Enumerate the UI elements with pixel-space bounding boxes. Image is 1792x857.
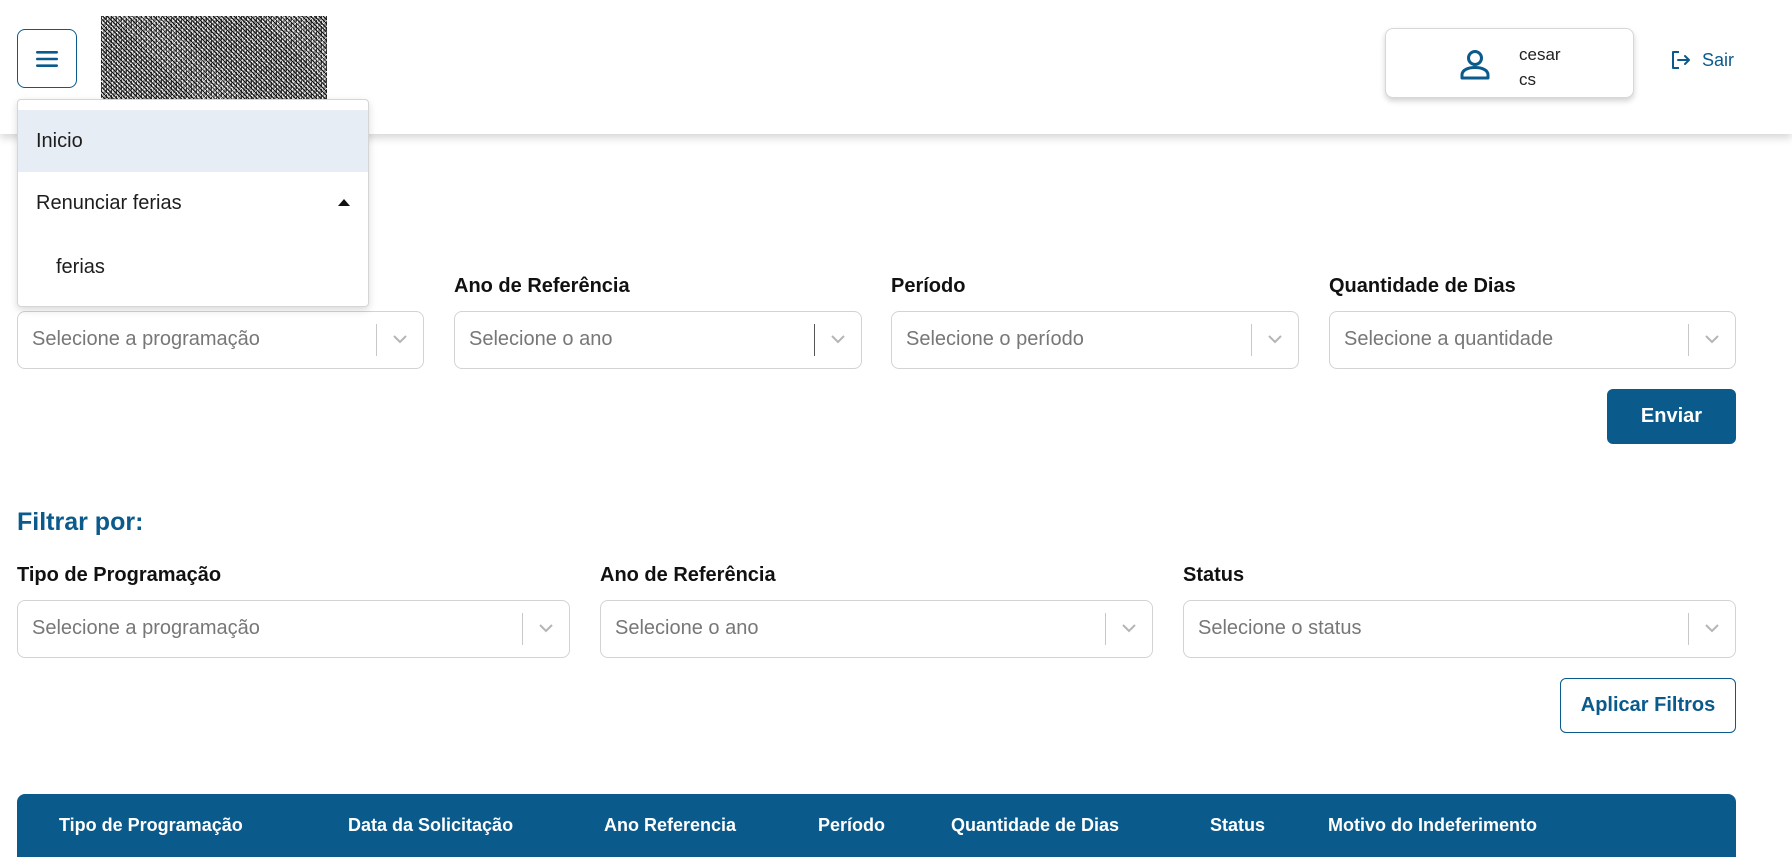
select-placeholder: Selecione o ano	[615, 617, 759, 639]
chevron-down-icon	[393, 335, 407, 344]
select-separator	[1105, 613, 1106, 645]
chevron-down-icon	[1122, 624, 1136, 633]
filter-ano-select[interactable]: Selecione o ano	[600, 600, 1153, 658]
filter-label-status: Status	[1183, 564, 1245, 586]
filter-section-title: Filtrar por:	[17, 508, 144, 536]
select-placeholder: Selecione a programação	[32, 617, 260, 639]
chevron-down-icon	[1268, 335, 1282, 344]
logout-button[interactable]: Sair	[1670, 46, 1734, 74]
select-placeholder: Selecione o ano	[469, 328, 613, 350]
menu-item-label: ferias	[56, 255, 105, 278]
column-header-status[interactable]: Status	[1210, 815, 1265, 836]
form-quantidade-select[interactable]: Selecione a quantidade	[1329, 311, 1736, 369]
hamburger-menu-icon	[36, 50, 58, 67]
menu-item-inicio[interactable]: Inicio	[18, 110, 368, 172]
form-label-periodo: Período	[891, 275, 966, 297]
chevron-down-icon	[831, 335, 845, 344]
select-separator	[1251, 324, 1252, 356]
results-table-header: Tipo de Programação Data da Solicitação …	[17, 794, 1736, 857]
column-header-motivo[interactable]: Motivo do Indeferimento	[1328, 815, 1537, 836]
column-header-ano[interactable]: Ano Referencia	[604, 815, 736, 836]
select-separator	[1688, 324, 1689, 356]
select-separator	[814, 324, 815, 356]
menu-item-label: Inicio	[36, 129, 83, 152]
aplicar-filtros-button[interactable]: Aplicar Filtros	[1560, 678, 1736, 733]
chevron-down-icon	[1705, 335, 1719, 344]
select-separator	[376, 324, 377, 356]
user-name: cesar	[1519, 45, 1561, 64]
select-separator	[522, 613, 523, 645]
user-icon	[1460, 50, 1490, 80]
filter-tipo-select[interactable]: Selecione a programação	[17, 600, 570, 658]
column-header-data[interactable]: Data da Solicitação	[348, 815, 513, 836]
select-placeholder: Selecione a programação	[32, 328, 260, 350]
filter-status-select[interactable]: Selecione o status	[1183, 600, 1736, 658]
column-header-tipo[interactable]: Tipo de Programação	[59, 815, 243, 836]
form-ano-select[interactable]: Selecione o ano	[454, 311, 862, 369]
select-placeholder: Selecione o status	[1198, 617, 1362, 639]
navigation-dropdown: Inicio Renunciar ferias ferias	[17, 99, 369, 307]
chevron-down-icon	[1705, 624, 1719, 633]
enviar-button[interactable]: Enviar	[1607, 389, 1736, 444]
select-placeholder: Selecione a quantidade	[1344, 328, 1554, 350]
menu-toggle-button[interactable]	[17, 29, 77, 88]
filter-label-ano: Ano de Referência	[600, 564, 776, 586]
form-programacao-select[interactable]: Selecione a programação	[17, 311, 424, 369]
user-login: cs	[1519, 70, 1536, 89]
form-periodo-select[interactable]: Selecione o período	[891, 311, 1299, 369]
logout-label: Sair	[1702, 49, 1735, 70]
logout-icon	[1672, 51, 1690, 69]
form-label-ano: Ano de Referência	[454, 275, 630, 297]
caret-up-icon	[338, 199, 350, 206]
chevron-down-icon	[539, 624, 553, 633]
filter-label-tipo: Tipo de Programação	[17, 564, 222, 586]
user-card[interactable]: cesar cs	[1385, 28, 1634, 98]
menu-item-renunciar-ferias[interactable]: Renunciar ferias	[18, 172, 368, 234]
menu-subitem-ferias[interactable]: ferias	[18, 236, 368, 298]
form-label-quantidade: Quantidade de Dias	[1329, 275, 1516, 297]
select-separator	[1688, 613, 1689, 645]
select-placeholder: Selecione o período	[906, 328, 1084, 350]
menu-item-label: Renunciar ferias	[36, 191, 182, 214]
column-header-periodo[interactable]: Período	[818, 815, 885, 836]
column-header-quantidade[interactable]: Quantidade de Dias	[951, 815, 1119, 836]
company-logo	[101, 16, 327, 100]
